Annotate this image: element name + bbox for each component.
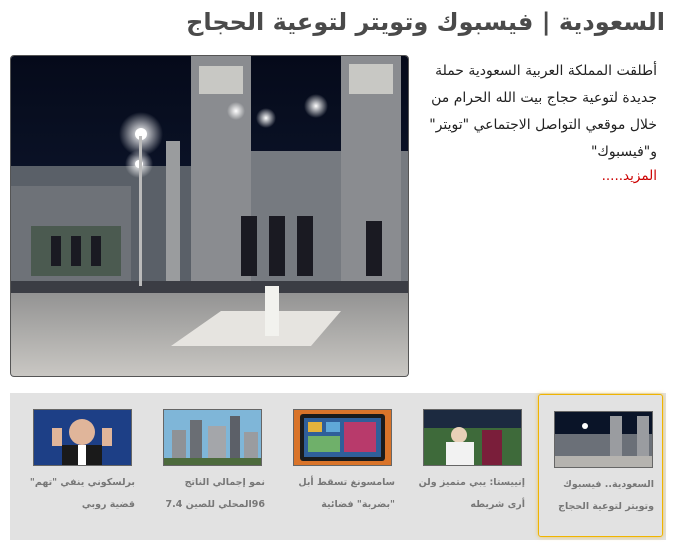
related-card[interactable]: السعودية.. فيسبوك وتويتر لتوعية الحجاج: [538, 394, 663, 537]
related-card-caption: سامسونغ تسقط أبل "بضربة" فضائية: [298, 477, 395, 510]
politician-thumb-icon: [33, 409, 132, 466]
mosque-photo-icon: [11, 56, 408, 376]
mosque-thumb-icon: [554, 411, 653, 468]
read-more-link[interactable]: المزيد.....: [602, 168, 657, 184]
city-thumb-icon: [163, 409, 262, 466]
related-card-caption: إنييستا: يبي متميز ولن أرى شريطه: [418, 477, 525, 510]
article-lead: أطلقت المملكة العربية السعودية حملة جديد…: [429, 63, 657, 160]
article-title[interactable]: السعودية | فيسبوك وتويتر لتوعية الحجاج: [5, 8, 665, 36]
related-articles-strip: السعودية.. فيسبوك وتويتر لتوعية الحجاج إ…: [10, 393, 666, 540]
related-card-caption: نمو إجمالي الناتج 96المحلي للصين 7.4: [165, 477, 265, 510]
related-card[interactable]: إنييستا: يبي متميز ولن أرى شريطه: [408, 393, 533, 540]
football-thumb-icon: [423, 409, 522, 466]
tablet-thumb-icon: [293, 409, 392, 466]
related-card[interactable]: نمو إجمالي الناتج 96المحلي للصين 7.4: [148, 393, 273, 540]
article-image[interactable]: [10, 55, 409, 377]
related-card-caption: برلسكوني ينفي "تهم" قضية روبي: [29, 477, 135, 510]
related-card[interactable]: برلسكوني ينفي "تهم" قضية روبي: [18, 393, 143, 540]
related-card-caption: السعودية.. فيسبوك وتويتر لتوعية الحجاج: [558, 479, 654, 512]
related-card[interactable]: سامسونغ تسقط أبل "بضربة" فضائية: [278, 393, 403, 540]
